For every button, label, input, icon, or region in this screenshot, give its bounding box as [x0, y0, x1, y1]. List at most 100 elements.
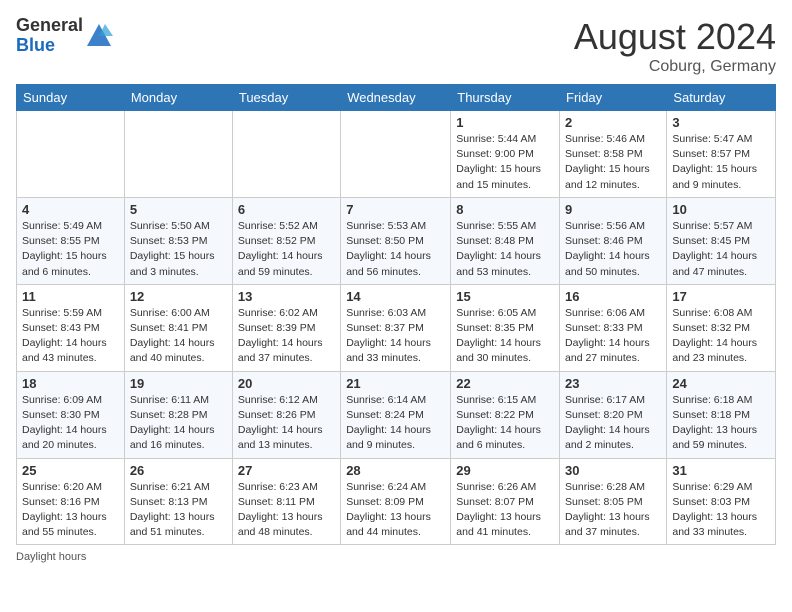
day-detail: Sunrise: 6:05 AM Sunset: 8:35 PM Dayligh…	[456, 306, 554, 367]
day-detail: Sunrise: 5:59 AM Sunset: 8:43 PM Dayligh…	[22, 306, 119, 367]
day-number: 13	[238, 289, 335, 304]
day-number: 29	[456, 463, 554, 478]
calendar-cell: 11Sunrise: 5:59 AM Sunset: 8:43 PM Dayli…	[17, 284, 125, 371]
day-of-week-header: Sunday	[17, 85, 125, 111]
day-of-week-header: Thursday	[451, 85, 560, 111]
day-number: 9	[565, 202, 661, 217]
day-number: 20	[238, 376, 335, 391]
day-of-week-header: Wednesday	[341, 85, 451, 111]
day-detail: Sunrise: 6:06 AM Sunset: 8:33 PM Dayligh…	[565, 306, 661, 367]
day-detail: Sunrise: 6:21 AM Sunset: 8:13 PM Dayligh…	[130, 480, 227, 541]
day-detail: Sunrise: 6:14 AM Sunset: 8:24 PM Dayligh…	[346, 393, 445, 454]
day-number: 2	[565, 115, 661, 130]
calendar-cell	[341, 111, 451, 198]
calendar-cell: 19Sunrise: 6:11 AM Sunset: 8:28 PM Dayli…	[124, 371, 232, 458]
day-number: 15	[456, 289, 554, 304]
calendar-cell	[232, 111, 340, 198]
day-of-week-header: Monday	[124, 85, 232, 111]
day-detail: Sunrise: 6:28 AM Sunset: 8:05 PM Dayligh…	[565, 480, 661, 541]
day-detail: Sunrise: 6:09 AM Sunset: 8:30 PM Dayligh…	[22, 393, 119, 454]
day-detail: Sunrise: 6:29 AM Sunset: 8:03 PM Dayligh…	[672, 480, 770, 541]
day-detail: Sunrise: 5:49 AM Sunset: 8:55 PM Dayligh…	[22, 219, 119, 280]
day-number: 18	[22, 376, 119, 391]
calendar-cell: 4 Sunrise: 5:49 AM Sunset: 8:55 PM Daylig…	[17, 197, 125, 284]
calendar-cell: 29 Sunrise: 6:26 AM Sunset: 8:07 PM Dayli…	[451, 458, 560, 545]
day-number: 22	[456, 376, 554, 391]
calendar-cell: 26 Sunrise: 6:21 AM Sunset: 8:13 PM Dayli…	[124, 458, 232, 545]
day-number: 3	[672, 115, 770, 130]
calendar-cell: 14 Sunrise: 6:03 AM Sunset: 8:37 PM Dayli…	[341, 284, 451, 371]
calendar-table: SundayMondayTuesdayWednesdayThursdayFrid…	[16, 84, 776, 545]
day-number: 8	[456, 202, 554, 217]
title-block: August 2024 Coburg, Germany	[574, 16, 776, 76]
calendar-cell: 2Sunrise: 5:46 AM Sunset: 8:58 PM Daylig…	[560, 111, 667, 198]
calendar-cell: 17 Sunrise: 6:08 AM Sunset: 8:32 PM Dayli…	[667, 284, 776, 371]
day-number: 26	[130, 463, 227, 478]
day-detail: Sunrise: 6:08 AM Sunset: 8:32 PM Dayligh…	[672, 306, 770, 367]
day-detail: Sunrise: 6:11 AM Sunset: 8:28 PM Dayligh…	[130, 393, 227, 454]
day-detail: Sunrise: 5:52 AM Sunset: 8:52 PM Dayligh…	[238, 219, 335, 280]
calendar-cell: 6 Sunrise: 5:52 AM Sunset: 8:52 PM Daylig…	[232, 197, 340, 284]
day-number: 14	[346, 289, 445, 304]
day-detail: Sunrise: 5:44 AM Sunset: 9:00 PM Dayligh…	[456, 132, 554, 193]
day-number: 31	[672, 463, 770, 478]
location-subtitle: Coburg, Germany	[574, 58, 776, 76]
day-number: 23	[565, 376, 661, 391]
day-detail: Sunrise: 5:47 AM Sunset: 8:57 PM Dayligh…	[672, 132, 770, 193]
calendar-cell: 10 Sunrise: 5:57 AM Sunset: 8:45 PM Dayli…	[667, 197, 776, 284]
calendar-cell: 21 Sunrise: 6:14 AM Sunset: 8:24 PM Dayli…	[341, 371, 451, 458]
day-number: 7	[346, 202, 445, 217]
logo-blue: Blue	[16, 35, 55, 55]
calendar-cell: 16Sunrise: 6:06 AM Sunset: 8:33 PM Dayli…	[560, 284, 667, 371]
day-detail: Sunrise: 6:18 AM Sunset: 8:18 PM Dayligh…	[672, 393, 770, 454]
day-detail: Sunrise: 6:26 AM Sunset: 8:07 PM Dayligh…	[456, 480, 554, 541]
day-number: 21	[346, 376, 445, 391]
calendar-week-row: 1 Sunrise: 5:44 AM Sunset: 9:00 PM Daylig…	[17, 111, 776, 198]
day-number: 12	[130, 289, 227, 304]
calendar-cell: 18 Sunrise: 6:09 AM Sunset: 8:30 PM Dayli…	[17, 371, 125, 458]
day-number: 27	[238, 463, 335, 478]
page-header: General Blue August 2024 Coburg, Germany	[16, 16, 776, 76]
calendar-cell: 30 Sunrise: 6:28 AM Sunset: 8:05 PM Dayli…	[560, 458, 667, 545]
calendar-cell: 28Sunrise: 6:24 AM Sunset: 8:09 PM Dayli…	[341, 458, 451, 545]
calendar-cell: 8Sunrise: 5:55 AM Sunset: 8:48 PM Daylig…	[451, 197, 560, 284]
logo-icon	[85, 22, 113, 50]
day-detail: Sunrise: 6:20 AM Sunset: 8:16 PM Dayligh…	[22, 480, 119, 541]
month-title: August 2024	[574, 16, 776, 58]
day-number: 25	[22, 463, 119, 478]
day-detail: Sunrise: 5:50 AM Sunset: 8:53 PM Dayligh…	[130, 219, 227, 280]
day-number: 6	[238, 202, 335, 217]
logo: General Blue	[16, 16, 113, 56]
calendar-cell: 25 Sunrise: 6:20 AM Sunset: 8:16 PM Dayli…	[17, 458, 125, 545]
day-number: 10	[672, 202, 770, 217]
day-number: 5	[130, 202, 227, 217]
day-of-week-header: Tuesday	[232, 85, 340, 111]
calendar-cell	[17, 111, 125, 198]
day-number: 30	[565, 463, 661, 478]
calendar-cell: 24 Sunrise: 6:18 AM Sunset: 8:18 PM Dayli…	[667, 371, 776, 458]
day-number: 24	[672, 376, 770, 391]
day-number: 4	[22, 202, 119, 217]
calendar-cell: 23Sunrise: 6:17 AM Sunset: 8:20 PM Dayli…	[560, 371, 667, 458]
calendar-cell: 22Sunrise: 6:15 AM Sunset: 8:22 PM Dayli…	[451, 371, 560, 458]
calendar-week-row: 11Sunrise: 5:59 AM Sunset: 8:43 PM Dayli…	[17, 284, 776, 371]
day-number: 17	[672, 289, 770, 304]
logo-general: General	[16, 15, 83, 35]
day-detail: Sunrise: 6:03 AM Sunset: 8:37 PM Dayligh…	[346, 306, 445, 367]
day-detail: Sunrise: 6:00 AM Sunset: 8:41 PM Dayligh…	[130, 306, 227, 367]
calendar-cell: 3 Sunrise: 5:47 AM Sunset: 8:57 PM Daylig…	[667, 111, 776, 198]
day-detail: Sunrise: 6:12 AM Sunset: 8:26 PM Dayligh…	[238, 393, 335, 454]
day-number: 1	[456, 115, 554, 130]
day-number: 28	[346, 463, 445, 478]
day-detail: Sunrise: 5:56 AM Sunset: 8:46 PM Dayligh…	[565, 219, 661, 280]
calendar-header-row: SundayMondayTuesdayWednesdayThursdayFrid…	[17, 85, 776, 111]
calendar-cell: 20 Sunrise: 6:12 AM Sunset: 8:26 PM Dayli…	[232, 371, 340, 458]
day-of-week-header: Saturday	[667, 85, 776, 111]
calendar-cell: 5 Sunrise: 5:50 AM Sunset: 8:53 PM Daylig…	[124, 197, 232, 284]
day-detail: Sunrise: 5:57 AM Sunset: 8:45 PM Dayligh…	[672, 219, 770, 280]
calendar-cell: 7 Sunrise: 5:53 AM Sunset: 8:50 PM Daylig…	[341, 197, 451, 284]
calendar-week-row: 18 Sunrise: 6:09 AM Sunset: 8:30 PM Dayli…	[17, 371, 776, 458]
day-detail: Sunrise: 5:53 AM Sunset: 8:50 PM Dayligh…	[346, 219, 445, 280]
calendar-cell: 1 Sunrise: 5:44 AM Sunset: 9:00 PM Daylig…	[451, 111, 560, 198]
footer-note: Daylight hours	[16, 551, 776, 563]
